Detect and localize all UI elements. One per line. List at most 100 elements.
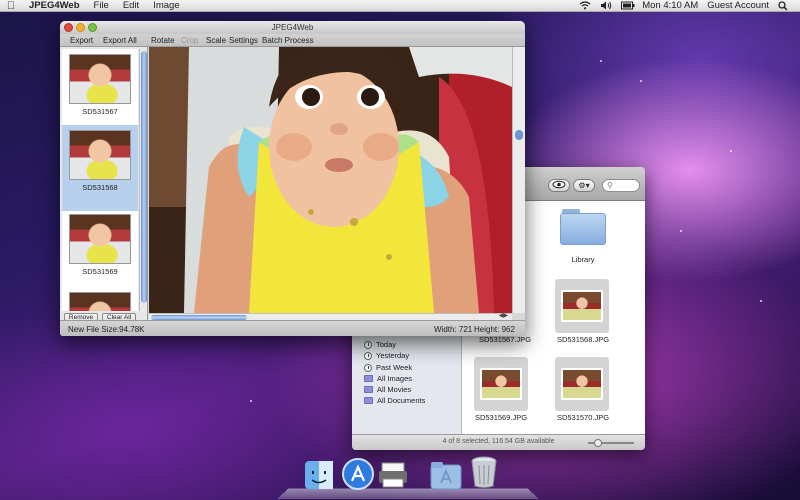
menu-file[interactable]: File: [87, 0, 116, 11]
menu-bar:  JPEG4Web File Edit Image Mon 4:10 AM G…: [0, 0, 800, 12]
image-thumbnail: [69, 292, 131, 311]
menu-image[interactable]: Image: [146, 0, 186, 11]
trash-icon[interactable]: [469, 455, 501, 488]
app-store-icon[interactable]: [341, 457, 374, 490]
crop-button[interactable]: Crop: [181, 36, 198, 45]
sidebar-item-label: Yesterday: [376, 351, 410, 360]
image-name: SD531567: [82, 107, 118, 116]
sidebar-item-label: All Images: [377, 374, 413, 383]
gear-icon: ⚙▾: [578, 181, 590, 190]
baby-photo: [149, 47, 512, 313]
spotlight-icon[interactable]: [778, 1, 790, 11]
sidebar-item-all-images[interactable]: All Images: [364, 373, 412, 384]
clock-icon: [364, 351, 372, 360]
sidebar-item-label: Today: [376, 340, 397, 349]
export-button[interactable]: Export: [70, 36, 93, 45]
wifi-icon[interactable]: [579, 1, 591, 10]
menu-app-name[interactable]: JPEG4Web: [22, 0, 87, 11]
close-button[interactable]: [64, 23, 73, 32]
clock-icon: [364, 363, 372, 372]
star: [250, 400, 252, 402]
search-icon: ⚲: [607, 181, 613, 190]
smart-folder-icon: [364, 375, 373, 382]
image-preview[interactable]: [149, 47, 512, 313]
settings-button[interactable]: Settings: [229, 36, 258, 45]
sidebar-item-label: Past Week: [376, 363, 413, 372]
sidebar-item-all-documents[interactable]: All Documents: [364, 395, 425, 406]
library-folder-icon[interactable]: [560, 209, 606, 245]
file-thumbnail[interactable]: [474, 357, 528, 411]
file-label: SD531569.JPG: [474, 413, 528, 422]
image-list-scrollbar[interactable]: [139, 49, 147, 311]
eye-icon: [552, 180, 566, 189]
image-name: SD531568: [82, 183, 118, 192]
menu-edit[interactable]: Edit: [116, 0, 146, 11]
finder-search-field[interactable]: ⚲: [602, 179, 640, 192]
finder-status-bar: 4 of 8 selected, 116.54 GB available: [352, 434, 645, 450]
dock: [276, 456, 540, 500]
batch-process-button[interactable]: Batch Process: [262, 36, 314, 45]
user-name[interactable]: Guest Account: [707, 0, 769, 11]
finder-icon[interactable]: [303, 459, 335, 491]
preview-horizontal-scrollbar[interactable]: ◀▶: [149, 313, 512, 320]
file-thumbnail[interactable]: [555, 279, 609, 333]
star: [760, 300, 762, 302]
menu-extras: Mon 4:10 AM Guest Account: [579, 0, 800, 11]
sidebar-item-label: All Movies: [377, 385, 412, 394]
image-list-item-selected[interactable]: SD531568: [62, 125, 138, 211]
quick-look-button[interactable]: [548, 179, 570, 192]
image-list-panel: SD531567 SD531568 SD531569 Remove Clear …: [60, 47, 148, 334]
image-height: Height: 962: [474, 325, 515, 334]
preview-vertical-scrollbar[interactable]: [512, 47, 525, 313]
scrollbar-thumb[interactable]: [515, 130, 523, 140]
file-label: SD531568.JPG: [556, 335, 610, 344]
sidebar-item-all-movies[interactable]: All Movies: [364, 384, 411, 395]
star: [680, 230, 682, 232]
image-list[interactable]: SD531567 SD531568 SD531569: [62, 49, 138, 311]
image-width: Width: 721: [434, 325, 473, 334]
sidebar-item-today[interactable]: Today: [364, 339, 396, 350]
image-thumbnail: [69, 54, 131, 104]
zoom-button[interactable]: [88, 23, 97, 32]
image-list-item[interactable]: [62, 287, 138, 311]
file-label: SD531570.JPG: [556, 413, 610, 422]
image-name: SD531569: [82, 267, 118, 276]
smart-folder-icon: [364, 386, 373, 393]
image-list-item[interactable]: SD531569: [62, 209, 138, 295]
apple-menu-icon[interactable]: : [0, 0, 22, 12]
scrollbar-thumb[interactable]: [141, 51, 147, 303]
image-list-item[interactable]: SD531567: [62, 49, 138, 135]
image-thumbnail: [69, 130, 131, 180]
file-label: SD531567.JPG: [478, 335, 532, 344]
export-all-button[interactable]: Export All: [103, 36, 137, 45]
app-toolbar: Export Export All Rotate Crop Scale Sett…: [60, 34, 525, 47]
app-status-bar: New File Size:94.78K Width: 721 Height: …: [60, 320, 525, 336]
window-title-bar[interactable]: JPEG4Web: [60, 21, 525, 34]
sidebar-item-past-week[interactable]: Past Week: [364, 362, 412, 373]
star: [640, 80, 642, 82]
applications-folder-icon[interactable]: [429, 459, 462, 491]
rotate-button[interactable]: Rotate: [151, 36, 175, 45]
printer-icon[interactable]: [377, 459, 409, 491]
star: [730, 150, 732, 152]
scroll-arrows-icon[interactable]: ◀▶: [499, 312, 508, 319]
battery-icon[interactable]: [621, 1, 635, 10]
clock-icon: [364, 340, 372, 349]
scale-button[interactable]: Scale: [206, 36, 226, 45]
clock[interactable]: Mon 4:10 AM: [642, 0, 698, 11]
minimize-button[interactable]: [76, 23, 85, 32]
file-label: Library: [571, 255, 595, 264]
volume-icon[interactable]: [600, 1, 612, 10]
smart-folder-icon: [364, 397, 373, 404]
slider-knob[interactable]: [594, 439, 602, 447]
action-menu-button[interactable]: ⚙▾: [573, 179, 595, 192]
image-thumbnail: [69, 214, 131, 264]
jpeg4web-window: JPEG4Web Export Export All Rotate Crop S…: [60, 21, 525, 336]
icon-size-slider[interactable]: [588, 439, 634, 447]
sidebar-item-label: All Documents: [377, 396, 426, 405]
sidebar-item-yesterday[interactable]: Yesterday: [364, 350, 409, 361]
new-file-size: New File Size:94.78K: [68, 325, 145, 334]
star: [600, 60, 602, 62]
file-thumbnail[interactable]: [555, 357, 609, 411]
window-title: JPEG4Web: [271, 23, 314, 32]
